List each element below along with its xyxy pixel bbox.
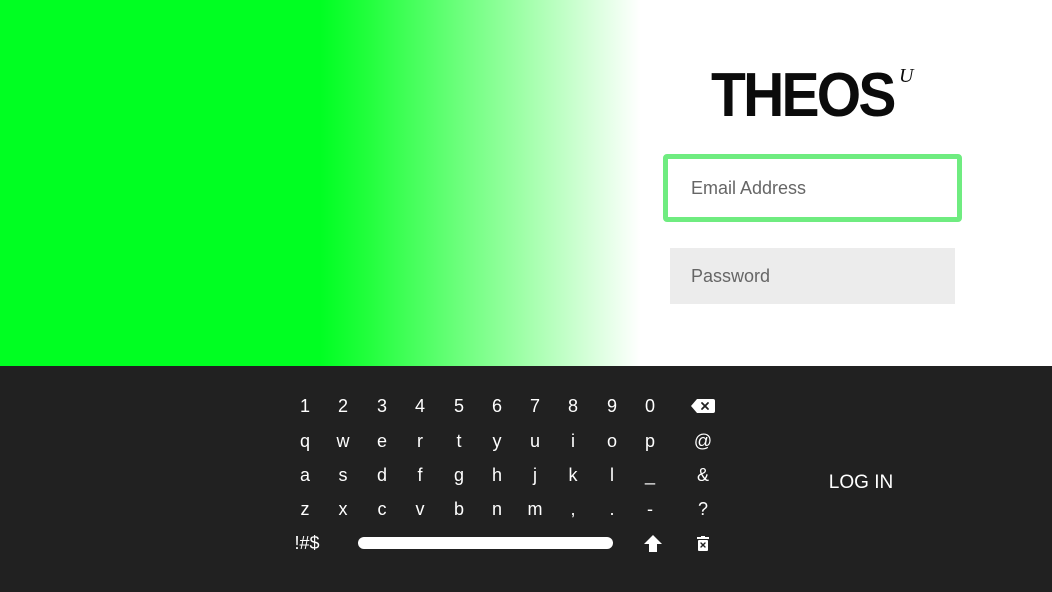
key[interactable]: .	[593, 491, 631, 527]
logo-superscript: U	[899, 65, 914, 87]
key[interactable]: u	[516, 423, 554, 459]
key[interactable]: f	[401, 457, 439, 493]
key[interactable]: v	[401, 491, 439, 527]
key[interactable]: -	[631, 491, 669, 527]
key[interactable]: ,	[554, 491, 592, 527]
login-button[interactable]: LOG IN	[806, 466, 916, 500]
key[interactable]: l	[593, 457, 631, 493]
key[interactable]: k	[554, 457, 592, 493]
backspace-icon	[691, 399, 715, 413]
shift-key[interactable]	[634, 525, 672, 561]
password-placeholder: Password	[691, 265, 771, 286]
key[interactable]: ?	[684, 491, 722, 527]
email-field[interactable]: Email Address	[663, 154, 962, 222]
key[interactable]: a	[286, 457, 324, 493]
key[interactable]: 9	[593, 388, 631, 424]
key[interactable]: s	[324, 457, 362, 493]
key[interactable]: 8	[554, 388, 592, 424]
key[interactable]: @	[684, 423, 722, 459]
key[interactable]: g	[440, 457, 478, 493]
key[interactable]: w	[324, 423, 362, 459]
key[interactable]: p	[631, 423, 669, 459]
key[interactable]: 5	[440, 388, 478, 424]
key[interactable]: 6	[478, 388, 516, 424]
key[interactable]: h	[478, 457, 516, 493]
key[interactable]: i	[554, 423, 592, 459]
key[interactable]: &	[684, 457, 722, 493]
key[interactable]: o	[593, 423, 631, 459]
key[interactable]: 1	[286, 388, 324, 424]
key[interactable]: 4	[401, 388, 439, 424]
backspace-key[interactable]	[684, 388, 722, 424]
key[interactable]: t	[440, 423, 478, 459]
key[interactable]: 0	[631, 388, 669, 424]
key[interactable]: y	[478, 423, 516, 459]
key[interactable]: n	[478, 491, 516, 527]
theos-logo: THEOS U	[711, 64, 921, 128]
trash-icon	[697, 535, 709, 551]
key[interactable]: z	[286, 491, 324, 527]
password-field[interactable]: Password	[670, 248, 955, 304]
symbols-key[interactable]: !#$	[286, 525, 328, 561]
space-bar[interactable]	[358, 537, 613, 549]
logo-text: THEOS	[711, 61, 896, 130]
key[interactable]: c	[363, 491, 401, 527]
clear-key[interactable]	[684, 525, 722, 561]
key[interactable]: _	[631, 457, 669, 493]
key[interactable]: 7	[516, 388, 554, 424]
key[interactable]: b	[440, 491, 478, 527]
key[interactable]: 2	[324, 388, 362, 424]
shift-arrow-icon	[644, 534, 662, 552]
key[interactable]: e	[363, 423, 401, 459]
key[interactable]: r	[401, 423, 439, 459]
email-placeholder: Email Address	[691, 177, 807, 198]
key[interactable]: m	[516, 491, 554, 527]
key[interactable]: j	[516, 457, 554, 493]
key[interactable]: 3	[363, 388, 401, 424]
key[interactable]: d	[363, 457, 401, 493]
key[interactable]: x	[324, 491, 362, 527]
key[interactable]: q	[286, 423, 324, 459]
